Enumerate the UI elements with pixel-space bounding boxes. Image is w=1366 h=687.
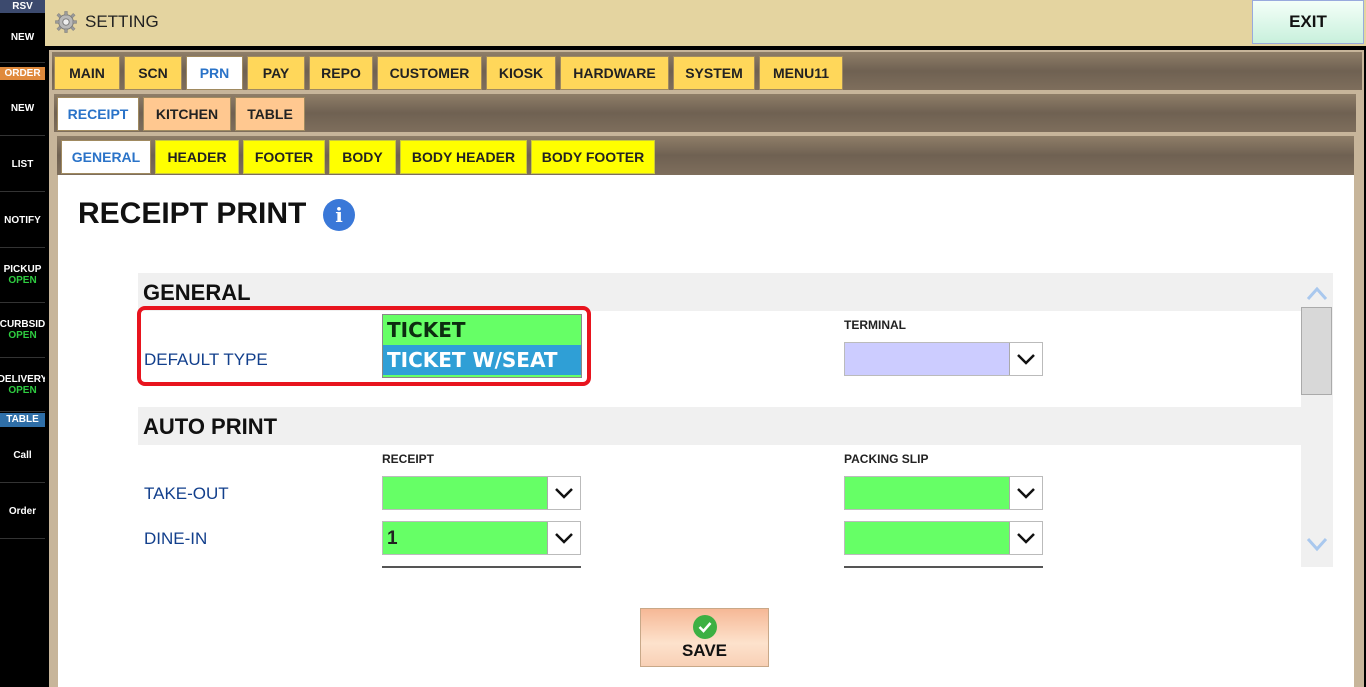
highlight-box (137, 306, 591, 386)
chevron-down-icon[interactable] (547, 477, 580, 509)
tab-body[interactable]: BODY (329, 140, 396, 174)
delivery-button[interactable]: DELIVERY OPEN (0, 358, 45, 412)
packing-slip-column-label: PACKING SLIP (844, 452, 929, 466)
chevron-down-icon[interactable] (1009, 477, 1042, 509)
order-new-label: NEW (10, 102, 35, 114)
receipt-column-label: RECEIPT (382, 452, 435, 466)
pickup-button[interactable]: PICKUP OPEN (0, 248, 45, 303)
tab-hardware[interactable]: HARDWARE (560, 56, 669, 90)
dine-in-packing-value (845, 522, 1009, 554)
tab-pay[interactable]: PAY (247, 56, 305, 90)
dine-in-receipt-dropdown[interactable]: 1 (382, 521, 581, 555)
pickup-status: OPEN (8, 275, 37, 286)
tab-main[interactable]: MAIN (54, 56, 120, 90)
call-button[interactable]: Call (0, 428, 45, 483)
tab-body-header[interactable]: BODY HEADER (400, 140, 527, 174)
tab-menu11[interactable]: MENU11 (759, 56, 843, 90)
tab-customer[interactable]: CUSTOMER (377, 56, 482, 90)
rsv-header: RSV (0, 0, 45, 13)
scrollbar[interactable] (1301, 273, 1333, 567)
notify-button[interactable]: NOTIFY (0, 193, 45, 248)
take-out-receipt-value (383, 477, 547, 509)
tab-table[interactable]: TABLE (235, 97, 305, 131)
page-title-setting: SETTING (85, 12, 159, 31)
curbside-label: CURBSID (0, 319, 45, 330)
left-sidebar: RSV NEW ORDER NEW LIST NOTIFY PICKUP OPE… (0, 0, 45, 687)
tab-kiosk[interactable]: KIOSK (486, 56, 556, 90)
chevron-down-icon[interactable] (547, 522, 580, 554)
next-row-edge (844, 566, 1043, 568)
curbside-button[interactable]: CURBSID OPEN (0, 303, 45, 358)
call-label: Call (13, 449, 32, 461)
save-button[interactable]: SAVE (640, 608, 769, 667)
table-header: TABLE (0, 413, 45, 427)
tab-prn[interactable]: PRN (186, 56, 243, 90)
tab-system[interactable]: SYSTEM (673, 56, 755, 90)
list-button[interactable]: LIST (0, 137, 45, 192)
auto-print-section-header: AUTO PRINT (138, 407, 1302, 445)
order-label: Order (8, 505, 37, 517)
content-area: RECEIPT PRINT i GENERAL TERMINAL DEFAULT… (58, 175, 1354, 687)
top-bar: SETTING EXIT (45, 0, 1366, 46)
exit-button[interactable]: EXIT (1252, 0, 1364, 44)
notify-label: NOTIFY (4, 214, 41, 226)
take-out-receipt-dropdown[interactable] (382, 476, 581, 510)
dine-in-packing-dropdown[interactable] (844, 521, 1043, 555)
pickup-label: PICKUP (3, 264, 42, 275)
check-icon (692, 614, 717, 639)
next-row-edge (382, 566, 581, 568)
tab-receipt[interactable]: RECEIPT (57, 97, 139, 131)
terminal-value (845, 343, 1009, 375)
dine-in-label: DINE-IN (144, 529, 208, 548)
chevron-down-icon[interactable] (1009, 343, 1042, 375)
take-out-label: TAKE-OUT (144, 484, 229, 503)
tab-header[interactable]: HEADER (155, 140, 239, 174)
rsv-new-button[interactable]: NEW (0, 13, 45, 63)
scroll-thumb[interactable] (1301, 307, 1332, 395)
terminal-label: TERMINAL (844, 318, 906, 332)
rsv-new-label: NEW (10, 32, 35, 43)
delivery-status: OPEN (8, 384, 37, 396)
list-label: LIST (11, 158, 34, 170)
chevron-up-icon[interactable] (1306, 285, 1328, 301)
dine-in-receipt-value: 1 (383, 522, 547, 554)
delivery-label: DELIVERY (0, 373, 45, 385)
take-out-packing-value (845, 477, 1009, 509)
tab-general[interactable]: GENERAL (61, 140, 151, 174)
tab-body-footer[interactable]: BODY FOOTER (531, 140, 655, 174)
page-title: RECEIPT PRINT (78, 197, 307, 230)
tab-kitchen[interactable]: KITCHEN (143, 97, 231, 131)
take-out-packing-dropdown[interactable] (844, 476, 1043, 510)
order-header: ORDER (0, 67, 45, 80)
chevron-down-icon[interactable] (1306, 537, 1328, 553)
order-new-button[interactable]: NEW (0, 81, 45, 136)
save-label: SAVE (681, 640, 728, 660)
gear-icon (55, 11, 77, 33)
chevron-down-icon[interactable] (1009, 522, 1042, 554)
tab-repo[interactable]: REPO (309, 56, 373, 90)
terminal-dropdown[interactable] (844, 342, 1043, 376)
info-icon[interactable]: i (323, 199, 355, 231)
tab-scn[interactable]: SCN (124, 56, 182, 90)
order-button[interactable]: Order (0, 484, 45, 539)
curbside-status: OPEN (8, 330, 37, 341)
tab-footer[interactable]: FOOTER (243, 140, 325, 174)
